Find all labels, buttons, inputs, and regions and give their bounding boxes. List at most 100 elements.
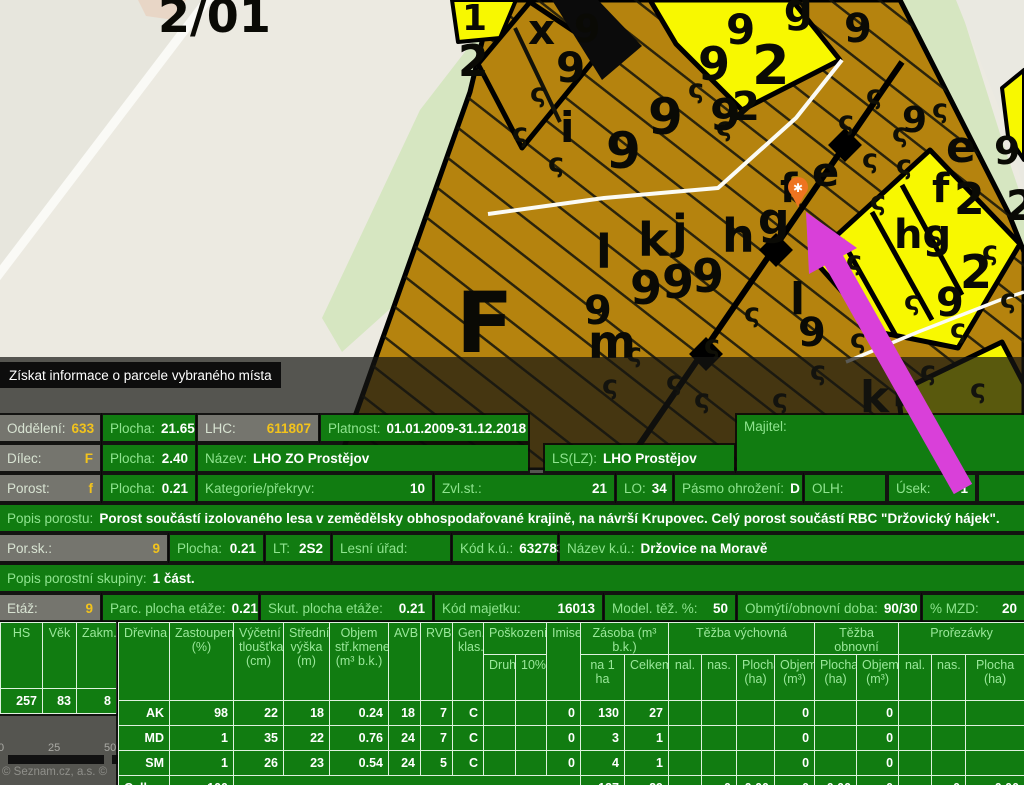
field-lt: LT:2S2: [266, 535, 330, 561]
col-plocha-o: Plocha (ha): [815, 655, 857, 701]
table-cell: [899, 776, 932, 785]
col-objem-v: Objem (m³): [775, 655, 815, 701]
field-kodku: Kód k.ú.:632783: [453, 535, 557, 561]
table-cell: 3: [581, 726, 625, 751]
field-model-tez: Model. těž. %:50: [605, 595, 735, 621]
col-imise: Imise: [547, 623, 581, 701]
parcel-label: 1: [462, 0, 487, 39]
field-kod-majetku: Kód majetku:16013: [435, 595, 602, 621]
col-drevina: Dřevina: [119, 623, 170, 701]
table-cell: 18: [284, 701, 330, 726]
table-cell: [966, 701, 1024, 726]
parcel-label: hg: [894, 212, 951, 258]
hatch-symbol: ς: [850, 324, 866, 355]
col-10pct: 10%: [516, 655, 547, 701]
stand-summary-table: HS Věk Zakm. 257 83 8: [0, 622, 117, 714]
table-cell: C: [453, 751, 484, 776]
table-row: AK9822180.24187C01302700: [119, 701, 1024, 726]
table-cell: [899, 726, 932, 751]
table-cell: [669, 776, 702, 785]
table-cell: 0: [932, 776, 966, 785]
table-row: MD135220.76247C03100: [119, 726, 1024, 751]
field-majitel: Majitel:: [737, 415, 1024, 471]
parcel-label: 9: [902, 100, 927, 141]
app-window: ςςςςςςςςςςςςςςςςςςςςςςςςςςςςς 2/0112x999…: [0, 0, 1024, 785]
field-parc-plocha: Parc. plocha etáže:0.21: [103, 595, 258, 621]
table-cell: [899, 751, 932, 776]
table-cell: [702, 701, 737, 726]
table-cell: [669, 726, 702, 751]
table-cell: [737, 726, 775, 751]
table-cell: 1: [170, 726, 234, 751]
table-cell: 0.76: [330, 726, 389, 751]
field-porost: Porost:f: [0, 475, 100, 501]
table-cell: [669, 701, 702, 726]
table-cell: [737, 751, 775, 776]
table-cell: [932, 726, 966, 751]
table-cell: 0: [857, 701, 899, 726]
table-cell: [815, 701, 857, 726]
hatch-symbol: ς: [530, 78, 546, 109]
table-cell: 35: [234, 726, 284, 751]
parcel-label: 9: [606, 122, 641, 180]
hatch-symbol: ς: [846, 246, 862, 277]
map-tooltip: Získat informace o parcele vybraného mís…: [0, 362, 281, 388]
tooltip-text: Získat informace o parcele vybraného mís…: [9, 368, 272, 383]
col-druh: Druh: [484, 655, 516, 701]
parcel-label: 9: [726, 5, 755, 54]
copyright-text: © Seznam.cz, a.s. ©: [2, 766, 107, 778]
table-cell: 5: [421, 751, 453, 776]
table-cell: 0: [857, 751, 899, 776]
table-cell: [484, 751, 516, 776]
table-cell: 24: [389, 751, 421, 776]
field-lslz: LS(LZ):LHO Prostějov: [545, 445, 734, 471]
table-cell: [516, 726, 547, 751]
field-skut-plocha: Skut. plocha etáže:0.21: [261, 595, 432, 621]
field-zvlst: Zvl.st.:21: [435, 475, 614, 501]
table-cell: [815, 751, 857, 776]
field-usek: Úsek:1: [889, 475, 975, 501]
col-nal-p: nal.: [899, 655, 932, 701]
table-cell: [966, 751, 1024, 776]
table-cell: 0.00: [737, 776, 775, 785]
parcel-label: 2: [458, 36, 489, 87]
table-cell: 23: [284, 751, 330, 776]
field-etaz: Etáž:9: [0, 595, 100, 621]
col-plocha-p: Plocha (ha): [966, 655, 1024, 701]
table-cell: [516, 701, 547, 726]
parcel-label: 2: [1006, 181, 1024, 230]
hatch-symbol: ς: [870, 186, 886, 217]
parcel-label: h: [722, 209, 755, 263]
table-cell: 0: [857, 726, 899, 751]
parcel-label: 9: [630, 261, 662, 315]
parcel-label: 9: [710, 90, 741, 141]
table-cell: 0: [547, 701, 581, 726]
hatch-symbol: ς: [896, 150, 912, 181]
table-cell: [516, 751, 547, 776]
parcel-label: 9: [662, 255, 694, 309]
table-cell: MD: [119, 726, 170, 751]
parcel-label: j: [670, 205, 688, 259]
table-cell: 100: [170, 776, 234, 785]
parcel-label: 2/01: [158, 0, 271, 43]
field-dilec: Dílec:F: [0, 445, 100, 471]
parcel-label: 9: [648, 88, 683, 146]
parcel-label: 9: [692, 249, 724, 303]
species-table: Dřevina Zastoupení (%) Výčetní tloušťka …: [118, 622, 1024, 785]
col-objem: Objem stř.kmene (m³ b.k.): [330, 623, 389, 701]
field-nazevku: Název k.ú.:Držovice na Moravě: [560, 535, 1024, 561]
table-cell: [899, 701, 932, 726]
parcel-label: 9: [556, 43, 585, 92]
parcel-label: i: [560, 103, 574, 152]
table-cell: 0: [702, 776, 737, 785]
table-cell: 0.00: [815, 776, 857, 785]
col-rvb: RVB: [421, 623, 453, 701]
col-avb: AVB: [389, 623, 421, 701]
table-cell: 0: [547, 751, 581, 776]
table-cell: [669, 751, 702, 776]
group-prorezavky: Prořezávky: [899, 623, 1024, 655]
group-zasoba: Zásoba (m³ b.k.): [581, 623, 669, 655]
table-cell: [234, 776, 581, 785]
field-popis-porostu: Popis porostu:Porost součástí izolovanéh…: [0, 505, 1024, 531]
table-cell: [932, 701, 966, 726]
